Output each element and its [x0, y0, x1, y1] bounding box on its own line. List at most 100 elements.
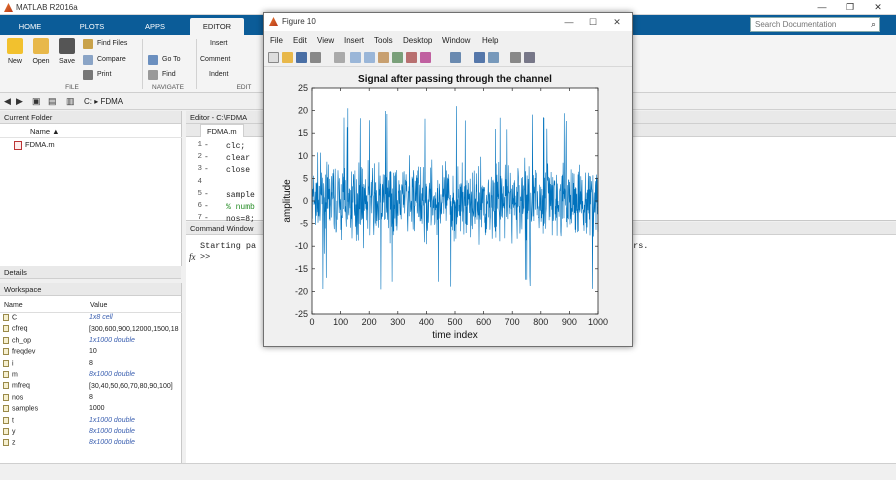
menu-desktop[interactable]: Desktop	[403, 36, 432, 45]
variable-name[interactable]: mfreq	[0, 380, 86, 391]
forward-arrow-icon[interactable]: ▶	[16, 96, 23, 107]
workspace-row[interactable]: m 8x1000 double	[0, 369, 182, 380]
variable-name[interactable]: i	[0, 358, 86, 369]
new-figure-icon[interactable]	[268, 52, 279, 63]
workspace-row[interactable]: mfreq [30,40,50,60,70,80,90,100]	[0, 380, 182, 391]
data-cursor-icon[interactable]	[406, 52, 417, 63]
tab-plots[interactable]: PLOTS	[62, 18, 122, 35]
colorbar-icon[interactable]	[474, 52, 485, 63]
name-column-header[interactable]: Name ▲	[0, 125, 182, 138]
back-arrow-icon[interactable]: ◀	[4, 96, 11, 107]
signal-plot[interactable]: 0 100 200 300 400 500 600 700 800 900 1000-25-20-1…	[264, 68, 632, 346]
breakpoint-marker[interactable]: -	[204, 141, 209, 150]
editor-tab-fdma[interactable]: FDMA.m	[200, 124, 244, 137]
variable-name[interactable]: t	[0, 415, 86, 426]
documentation-search[interactable]: ⌕	[750, 17, 880, 32]
close-button[interactable]: ✕	[866, 1, 890, 14]
variable-name[interactable]: freqdev	[0, 346, 86, 357]
variable-name[interactable]: nos	[0, 392, 86, 403]
new-button[interactable]: New	[3, 38, 27, 65]
pointer-icon[interactable]	[334, 52, 345, 63]
tab-home[interactable]: HOME	[6, 18, 54, 35]
find-files-button[interactable]: Find Files	[83, 38, 127, 50]
workspace-row[interactable]: C 1x8 cell	[0, 312, 182, 323]
insert-button[interactable]: Insert	[210, 38, 228, 50]
legend-icon[interactable]	[488, 52, 499, 63]
root-folder-icon[interactable]: ▥	[66, 96, 75, 107]
breakpoint-marker[interactable]: -	[204, 190, 209, 199]
variable-name[interactable]: m	[0, 369, 86, 380]
pan-icon[interactable]	[378, 52, 389, 63]
figure-window[interactable]: Figure 10 — ☐ ✕ File Edit View Insert To…	[263, 12, 633, 347]
menu-edit[interactable]: Edit	[293, 36, 307, 45]
breakpoint-marker[interactable]: -	[204, 153, 209, 162]
maximize-button[interactable]: ❐	[838, 1, 862, 14]
variable-name[interactable]: C	[0, 312, 86, 323]
code-line[interactable]: % numb	[226, 202, 255, 214]
breakpoint-marker[interactable]: -	[204, 202, 209, 211]
code-line[interactable]: clear	[226, 153, 250, 165]
code-line[interactable]: clc;	[226, 141, 245, 153]
file-item[interactable]: FDMA.m	[14, 140, 55, 150]
save-figure-icon[interactable]	[296, 52, 307, 63]
save-button[interactable]: Save	[55, 38, 79, 65]
open-button[interactable]: Open	[29, 38, 53, 65]
rotate-icon[interactable]	[392, 52, 403, 63]
workspace-row[interactable]: y 8x1000 double	[0, 426, 182, 437]
figure-minimize-button[interactable]: —	[558, 15, 580, 29]
variable-name[interactable]: z	[0, 437, 86, 448]
hide-plot-tools-icon[interactable]	[510, 52, 521, 63]
tab-editor[interactable]: EDITOR	[190, 18, 244, 35]
minimize-button[interactable]: —	[810, 1, 834, 14]
menu-help[interactable]: Help	[482, 36, 498, 45]
brush-icon[interactable]	[420, 52, 431, 63]
browse-folder-icon[interactable]: ▤	[48, 96, 57, 107]
workspace-value-header[interactable]: Value	[86, 299, 182, 313]
variable-name[interactable]: cfreq	[0, 323, 86, 334]
variable-name[interactable]: samples	[0, 403, 86, 414]
workspace-row[interactable]: nos 8	[0, 392, 182, 403]
path-breadcrumb[interactable]: C: ▸ FDMA	[84, 97, 123, 106]
fx-icon[interactable]: fx	[189, 252, 196, 262]
search-input[interactable]	[751, 18, 861, 31]
zoom-out-icon[interactable]	[364, 52, 375, 63]
figure-close-button[interactable]: ✕	[606, 15, 628, 29]
workspace-row[interactable]: freqdev 10	[0, 346, 182, 357]
command-prompt[interactable]: >>	[200, 252, 210, 262]
workspace-row[interactable]: i8	[0, 358, 182, 369]
workspace-row[interactable]: samples 1000	[0, 403, 182, 414]
menu-file[interactable]: File	[270, 36, 283, 45]
path-root[interactable]: C:	[84, 97, 92, 106]
compare-button[interactable]: Compare	[83, 54, 126, 66]
code-line[interactable]: close	[226, 165, 250, 177]
tab-apps[interactable]: APPS	[128, 18, 182, 35]
code-line[interactable]: sample	[226, 190, 255, 202]
up-folder-icon[interactable]: ▣	[32, 96, 41, 107]
find-button[interactable]: Find	[148, 69, 176, 81]
workspace-name-header[interactable]: Name	[0, 299, 86, 313]
path-folder[interactable]: FDMA	[100, 97, 123, 106]
go-to-button[interactable]: Go To	[148, 54, 181, 66]
print-button[interactable]: Print	[83, 69, 111, 81]
menu-window[interactable]: Window	[442, 36, 470, 45]
print-figure-icon[interactable]	[310, 52, 321, 63]
breakpoint-marker[interactable]: -	[204, 165, 209, 174]
variable-name[interactable]: y	[0, 426, 86, 437]
menu-view[interactable]: View	[317, 36, 334, 45]
menu-insert[interactable]: Insert	[344, 36, 364, 45]
workspace-row[interactable]: z 8x1000 double	[0, 437, 182, 448]
workspace-row[interactable]: t 1x1000 double	[0, 415, 182, 426]
workspace-row[interactable]: cfreq [300,600,900,12000,1500,18	[0, 323, 182, 334]
zoom-in-icon[interactable]	[350, 52, 361, 63]
comment-button[interactable]: Comment	[200, 54, 230, 66]
open-file-icon[interactable]	[282, 52, 293, 63]
workspace-row[interactable]: ch_op 1x1000 double	[0, 335, 182, 346]
variable-name[interactable]: ch_op	[0, 335, 86, 346]
plot-area[interactable]: 0 100 200 300 400 500 600 700 800 900 1000 -25 -20 -1…	[264, 68, 632, 346]
indent-button[interactable]: Indent	[209, 69, 228, 81]
figure-maximize-button[interactable]: ☐	[582, 15, 604, 29]
link-plot-icon[interactable]	[450, 52, 461, 63]
figure-title-bar[interactable]: Figure 10 — ☐ ✕	[264, 13, 632, 31]
show-plot-tools-icon[interactable]	[524, 52, 535, 63]
menu-tools[interactable]: Tools	[374, 36, 393, 45]
